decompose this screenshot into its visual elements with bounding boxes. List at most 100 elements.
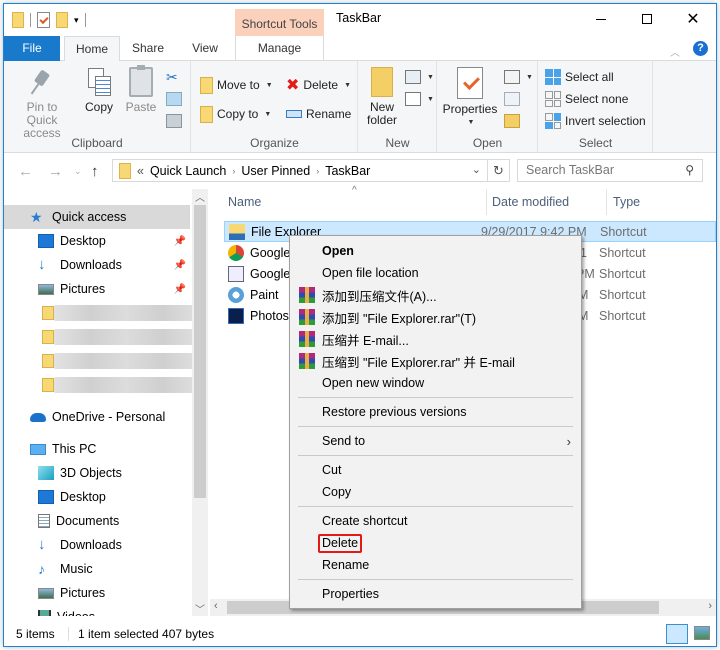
select-none-button[interactable]: Select none (545, 89, 628, 109)
maximize-button[interactable] (624, 4, 670, 34)
large-icons-view-button[interactable] (694, 626, 710, 640)
copy-to-button[interactable]: Copy to ▼ (200, 104, 271, 124)
breadcrumb-overflow[interactable]: « (137, 164, 144, 178)
paste-shortcut-button[interactable] (166, 111, 182, 131)
open-button[interactable]: ▼ (504, 67, 533, 87)
sidebar-item-downloads[interactable]: ↓ Downloads 📌 (4, 253, 190, 277)
help-icon[interactable]: ? (693, 41, 708, 56)
copy-path-button[interactable] (166, 89, 182, 109)
column-divider[interactable] (486, 189, 487, 215)
new-folder-button[interactable]: New folder (365, 67, 399, 127)
delete-ribbon-button[interactable]: ✖ Delete ▼ (286, 75, 351, 95)
sidebar-item-desktop[interactable]: Desktop 📌 (4, 229, 190, 253)
close-button[interactable]: ✕ (670, 4, 716, 34)
forward-arrow-icon[interactable]: → (48, 163, 63, 180)
pin-to-quick-access-button[interactable]: Pin to Quick access (10, 67, 74, 140)
paste-label: Paste (125, 100, 157, 114)
menu-item-delete[interactable]: Delete (290, 532, 581, 554)
sidebar-item-desktop-pc[interactable]: Desktop (4, 485, 190, 509)
pin-icon[interactable]: 📌 (174, 236, 186, 247)
chrome-shortcut-icon (228, 244, 244, 261)
chevron-down-icon[interactable]: ⌄ (472, 163, 481, 176)
minimize-button[interactable] (578, 4, 624, 34)
sidebar-item-onedrive[interactable]: OneDrive - Personal (4, 405, 190, 429)
sidebar-item-redacted[interactable] (4, 325, 199, 349)
properties-ribbon-button[interactable]: Properties ▼ (442, 67, 498, 129)
tab-home[interactable]: Home (64, 36, 120, 62)
column-header-name[interactable]: Name (228, 189, 261, 215)
customize-toolbar-icon[interactable]: ▾ (74, 15, 79, 25)
address-bar[interactable]: « Quick Launch › User Pinned › TaskBar ⌄ (112, 159, 488, 182)
menu-item-cut[interactable]: Cut (290, 459, 581, 481)
collapse-ribbon-icon[interactable]: ︿ (670, 44, 680, 59)
menu-item-rename[interactable]: Rename (290, 554, 581, 576)
tab-manage[interactable]: Manage (235, 36, 324, 61)
sidebar-item-redacted[interactable] (4, 373, 199, 397)
folder-icon[interactable] (12, 12, 24, 28)
pin-icon[interactable]: 📌 (174, 260, 186, 271)
file-explorer-shortcut-icon (229, 223, 245, 240)
sidebar-item-3d-objects[interactable]: 3D Objects (4, 461, 190, 485)
sidebar-item-pictures-pc[interactable]: Pictures (4, 581, 190, 605)
breadcrumb-taskbar[interactable]: TaskBar (325, 164, 370, 178)
breadcrumb-user-pinned[interactable]: User Pinned (241, 164, 310, 178)
properties-icon[interactable] (37, 12, 50, 28)
tab-share[interactable]: Share (124, 36, 172, 61)
sidebar-item-pictures[interactable]: Pictures 📌 (4, 277, 190, 301)
edit-button[interactable] (504, 89, 520, 109)
menu-item-send-to[interactable]: Send to › (290, 430, 581, 452)
refresh-button[interactable]: ↻ (488, 159, 510, 182)
menu-item-open-new-window[interactable]: Open new window (290, 372, 581, 394)
paste-button[interactable]: Paste (124, 65, 158, 114)
menu-item-open[interactable]: Open (290, 240, 581, 262)
menu-item-winrar-compress-email[interactable]: 压缩并 E-mail... (290, 328, 581, 350)
breadcrumb-quick-launch[interactable]: Quick Launch (150, 164, 226, 178)
select-all-button[interactable]: Select all (545, 67, 614, 87)
cut-button[interactable]: ✂ (166, 67, 178, 87)
tab-file[interactable]: File (4, 36, 60, 61)
tab-view[interactable]: View (182, 36, 228, 61)
move-to-button[interactable]: Move to ▼ (200, 75, 273, 95)
history-button[interactable] (504, 111, 520, 131)
menu-item-copy[interactable]: Copy (290, 481, 581, 503)
menu-separator (298, 397, 573, 398)
scrollbar-thumb[interactable] (194, 205, 206, 498)
menu-item-winrar-add-named[interactable]: 添加到 "File Explorer.rar"(T) (290, 306, 581, 328)
chevron-right-icon[interactable]: › (316, 166, 319, 176)
invert-selection-button[interactable]: Invert selection (545, 111, 646, 131)
menu-item-winrar-add-archive[interactable]: 添加到压缩文件(A)... (290, 284, 581, 306)
pin-icon[interactable]: 📌 (174, 284, 186, 295)
menu-item-restore-previous-versions[interactable]: Restore previous versions (290, 401, 581, 423)
scroll-right-icon[interactable]: › (708, 600, 712, 612)
menu-item-open-file-location[interactable]: Open file location (290, 262, 581, 284)
scroll-left-icon[interactable]: ‹ (214, 600, 218, 612)
nav-pane-scrollbar[interactable]: ︿ ﹀ (192, 189, 208, 616)
menu-item-properties[interactable]: Properties (290, 583, 581, 605)
menu-item-create-shortcut[interactable]: Create shortcut (290, 510, 581, 532)
sidebar-item-videos[interactable]: Videos (4, 605, 190, 616)
sidebar-item-music[interactable]: ♪ Music (4, 557, 190, 581)
easy-access-button[interactable]: ▼ (405, 89, 434, 109)
new-item-button[interactable]: ▼ (405, 67, 434, 87)
sidebar-item-this-pc[interactable]: This PC (4, 437, 190, 461)
recent-locations-icon[interactable]: ⌄ (74, 166, 82, 177)
up-arrow-icon[interactable]: ↑ (91, 163, 99, 180)
search-input[interactable]: Search TaskBar ⚲ (517, 159, 703, 182)
sidebar-item-redacted[interactable] (4, 301, 199, 325)
sidebar-item-downloads-pc[interactable]: ↓ Downloads (4, 533, 190, 557)
copy-button[interactable]: Copy (82, 67, 116, 114)
chevron-right-icon[interactable]: › (232, 166, 235, 176)
scroll-down-icon[interactable]: ﹀ (192, 601, 208, 616)
details-view-button[interactable] (666, 624, 688, 644)
scroll-up-icon[interactable]: ︿ (192, 189, 208, 204)
column-divider[interactable] (606, 189, 607, 215)
rename-ribbon-button[interactable]: Rename (286, 104, 351, 124)
sidebar-item-quick-access[interactable]: ★ Quick access (4, 205, 190, 229)
sidebar-item-documents[interactable]: Documents (4, 509, 190, 533)
sidebar-item-redacted[interactable] (4, 349, 199, 373)
menu-item-winrar-compress-named-email[interactable]: 压缩到 "File Explorer.rar" 并 E-mail (290, 350, 581, 372)
new-folder-icon[interactable] (56, 12, 68, 28)
column-header-type[interactable]: Type (613, 189, 640, 215)
back-arrow-icon[interactable]: ← (18, 163, 33, 180)
column-header-date[interactable]: Date modified (492, 189, 569, 215)
